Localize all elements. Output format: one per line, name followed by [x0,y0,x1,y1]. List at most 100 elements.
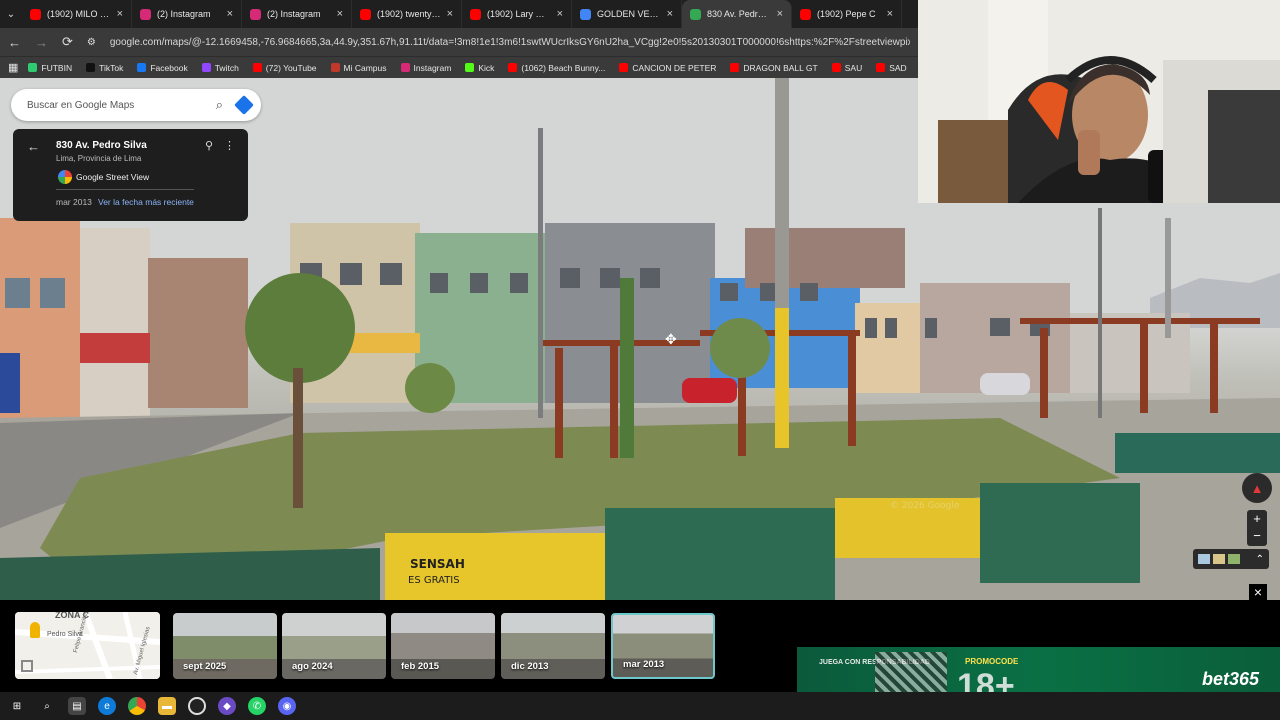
compass-icon[interactable]: ▲ [1242,473,1272,503]
browser-tab[interactable]: (1902) Lary Over × [462,0,572,28]
close-tab-icon[interactable]: × [777,8,783,20]
bookmark-item[interactable]: Facebook [137,62,188,73]
reload-icon[interactable]: ⟳ [62,34,73,50]
bookmark-item[interactable]: SAU [831,63,862,73]
layer-thumb-icon[interactable] [1198,554,1210,564]
edge-browser-icon[interactable]: e [98,697,116,715]
zoom-in-button[interactable]: + [1247,510,1267,527]
browser-tab[interactable]: (2) Instagram × [132,0,242,28]
tab-search-chevron-icon[interactable]: ⌄ [0,0,22,28]
close-tab-icon[interactable]: × [887,8,893,20]
mini-map[interactable]: ZONA C Pedro Silva Felipe Arancibia Av. … [15,612,160,679]
location-subtitle: Lima, Provincia de Lima [56,154,142,163]
timeline-thumbnail[interactable]: dic 2013 [501,613,605,679]
bookmark-label: Facebook [150,62,188,73]
bookmark-label: CANCION DE PETER [632,62,717,73]
whatsapp-icon[interactable]: ✆ [248,697,266,715]
discord-icon[interactable]: ◉ [278,697,296,715]
collapse-icon[interactable]: ⌃ [1256,554,1264,565]
browser-tab[interactable]: (2) Instagram × [242,0,352,28]
layer-toggle[interactable]: ⌃ [1193,549,1269,569]
timeline-thumbnail[interactable]: ago 2024 [282,613,386,679]
bookmark-label: (72) YouTube [265,62,317,73]
bookmark-item[interactable]: TikTok [86,63,123,73]
apps-grid-icon[interactable]: ▦ [8,61,18,74]
tab-favicon-icon [580,8,591,20]
browser-tab[interactable]: GOLDEN VERDE - × [572,0,682,28]
browser-tab[interactable]: (1902) Pepe C × [792,0,902,28]
bookmark-item[interactable]: (1062) Beach Bunny... [508,63,605,73]
bookmark-favicon-icon [86,63,96,72]
bookmark-item[interactable]: CANCION DE PETER [619,63,716,73]
more-options-icon[interactable]: ⋮ [224,139,235,152]
forward-arrow-icon[interactable]: → [35,35,48,50]
site-info-icon[interactable]: ⚙ [87,37,96,48]
bookmark-item[interactable]: Twitch [201,62,239,73]
search-placeholder: Buscar en Google Maps [27,99,135,111]
obs-icon[interactable] [188,697,206,715]
timeline-date-label: sept 2025 [183,661,227,672]
back-arrow-icon[interactable]: ← [27,139,40,154]
bookmark-item[interactable]: (72) YouTube [252,62,317,73]
browser-tab[interactable]: 830 Av. Pedro Silv × [682,0,792,28]
tab-favicon-icon [250,8,261,20]
bookmark-item[interactable]: SAD [876,63,907,73]
browser-tab[interactable]: (1902) twenty one × [352,0,462,28]
back-arrow-icon[interactable]: ← [8,35,21,50]
bookmark-favicon-icon [252,63,262,72]
close-tab-icon[interactable]: × [117,8,123,20]
layer-thumb-icon[interactable] [1228,554,1240,564]
layer-thumb-icon[interactable] [1213,554,1225,564]
capture-date: mar 2013 [56,197,92,207]
bookmark-label: Instagram [413,62,452,73]
folder-icon[interactable]: ▬ [158,697,176,715]
tab-favicon-icon [30,8,41,20]
search-icon[interactable]: ⌕ [216,97,223,113]
maps-search-box[interactable]: Buscar en Google Maps ⌕ [11,89,261,121]
zoom-out-button[interactable]: − [1247,527,1267,544]
bookmark-favicon-icon [465,63,475,72]
close-tab-icon[interactable]: × [337,8,343,20]
ad-promo-label: PROMOCODE [965,657,1019,666]
close-tab-icon[interactable]: × [557,8,563,20]
zoom-controls: + − [1247,510,1267,546]
close-tab-icon[interactable]: × [227,8,233,20]
latest-date-link[interactable]: Ver la fecha más reciente [98,197,194,207]
bookmark-item[interactable]: Kick [465,63,494,73]
search-icon[interactable]: ⌕ [38,697,56,715]
bookmark-label: Kick [478,62,495,73]
bookmarks-bar: ▦ FUTBIN TikTok Facebook Twitch (72) YouTube… [0,56,918,78]
timeline-date-label: mar 2013 [623,659,665,670]
windows-start-icon[interactable]: ⊞ [8,697,26,715]
timeline-thumbnail[interactable]: mar 2013 [611,613,715,679]
bookmark-item[interactable]: Instagram [400,62,452,73]
timeline-thumbnail[interactable]: sept 2025 [173,613,277,679]
url-field[interactable]: google.com/maps/@-12.1669458,-76.9684665… [110,37,910,48]
bookmark-favicon-icon [201,63,211,72]
bookmark-label: DRAGON BALL GT [743,62,818,73]
chrome-browser-icon[interactable] [128,697,146,715]
map-pin-icon[interactable]: ⚲ [205,139,213,152]
graffiti-text-1: SENSAH [410,557,465,571]
close-timeline-button[interactable]: × [1249,584,1267,602]
bookmark-favicon-icon [400,63,410,72]
bookmark-label: Twitch [214,62,239,73]
timeline-thumbnail[interactable]: feb 2015 [391,613,495,679]
pegman-icon[interactable] [30,622,40,638]
bookmark-item[interactable]: DRAGON BALL GT [730,62,818,73]
source-label: Google Street View [76,172,150,182]
directions-icon[interactable] [234,95,254,115]
bookmark-item[interactable]: FUTBIN [28,63,72,73]
tab-title: 830 Av. Pedro Silv [707,9,771,19]
bookmark-item[interactable]: Mi Campus [330,63,387,73]
timeline-date-label: feb 2015 [401,661,440,672]
tab-favicon-icon [470,8,481,20]
expand-map-icon[interactable] [21,660,33,672]
windows-taskbar: ⊞ ⌕ ▤ e ▬ ◆ ✆ ◉ [0,692,1280,720]
browser-tab[interactable]: (1902) MILO J - LI × [22,0,132,28]
file-manager-icon[interactable]: ▤ [68,697,86,715]
app-icon[interactable]: ◆ [218,697,236,715]
close-tab-icon[interactable]: × [667,8,673,20]
close-tab-icon[interactable]: × [447,8,453,20]
tab-favicon-icon [360,8,371,20]
